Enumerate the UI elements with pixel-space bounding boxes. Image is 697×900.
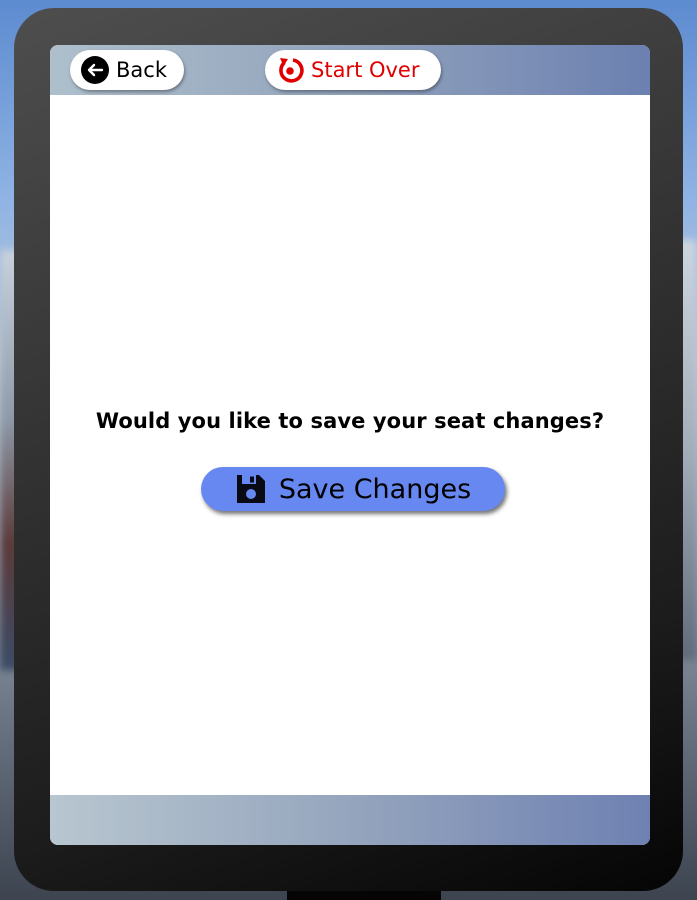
restart-icon [275,55,305,85]
arrow-left-circle-icon [80,55,110,85]
save-changes-question: Would you like to save your seat changes… [95,409,605,433]
floppy-disk-icon [235,473,267,505]
top-nav-bar: Back Start Over [50,45,650,95]
start-over-label: Start Over [311,58,420,82]
start-over-button[interactable]: Start Over [265,50,441,90]
back-button-label: Back [116,58,167,82]
tablet-frame: Back Start Over Would you like to save y… [14,8,683,891]
tablet-screen: Back Start Over Would you like to save y… [50,45,650,845]
save-changes-button[interactable]: Save Changes [201,467,505,511]
back-button[interactable]: Back [70,50,184,90]
bottom-bar [50,795,650,845]
save-changes-label: Save Changes [278,473,472,505]
